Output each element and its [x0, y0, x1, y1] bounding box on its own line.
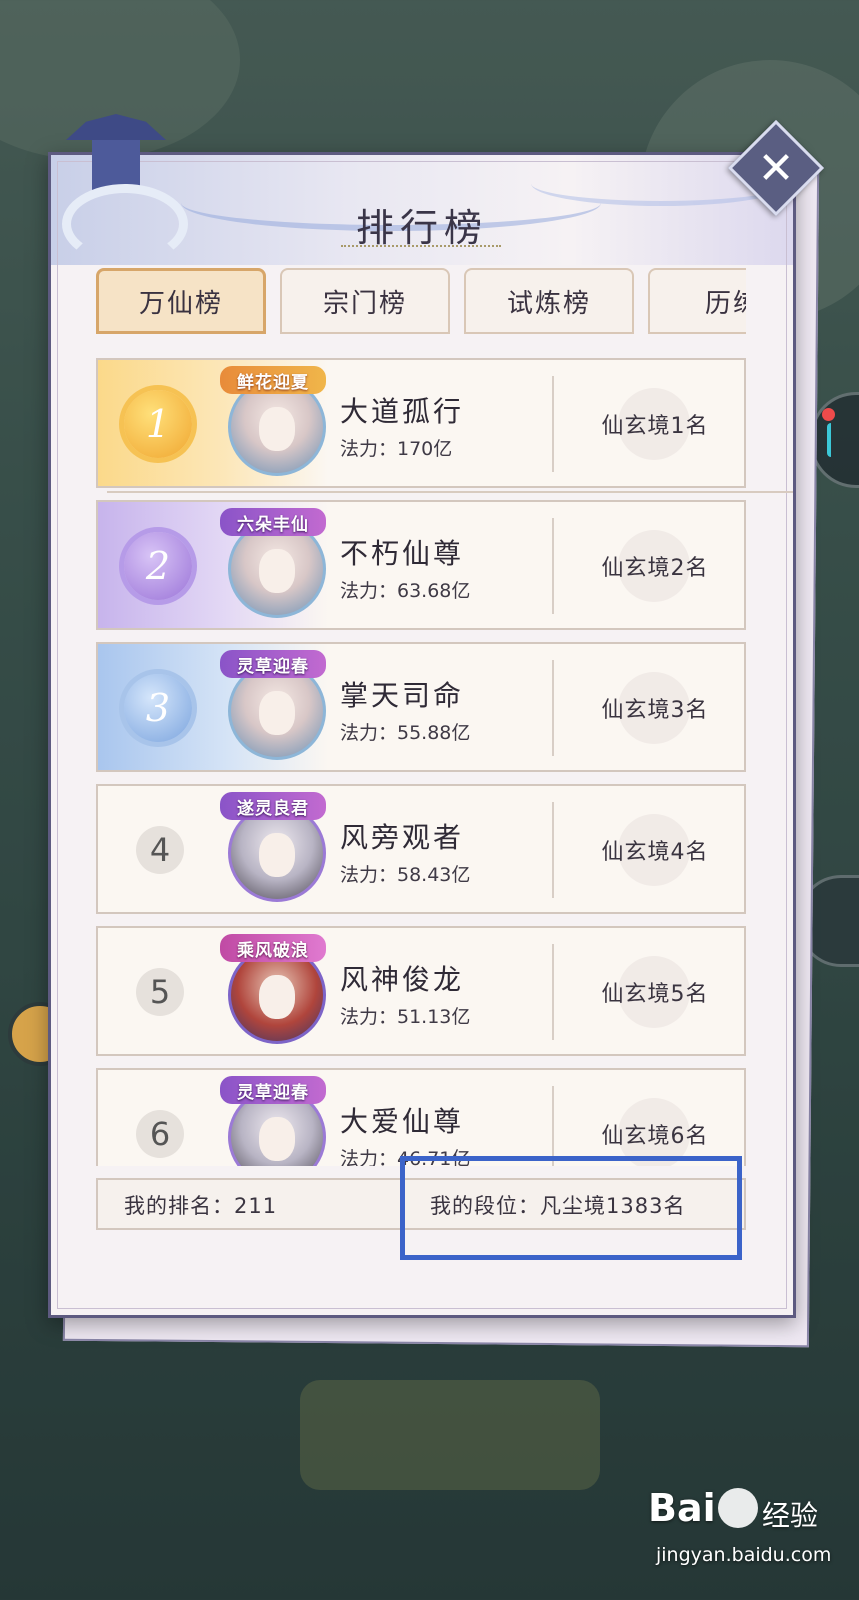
row-divider: [552, 1086, 554, 1166]
avatar-badge: 遂灵良君: [220, 792, 326, 820]
ranking-row[interactable]: 5 乘风破浪 风神俊龙 法力：51.13亿 仙玄境5名: [96, 926, 746, 1056]
row-divider: [552, 802, 554, 898]
bronze-medal-icon: 3: [124, 674, 192, 742]
my-rank: 我的排名：211: [124, 1194, 278, 1218]
player-name: 掌天司命: [340, 679, 465, 712]
row-divider: [552, 944, 554, 1040]
player-realm: 仙玄境2名: [601, 556, 709, 581]
tab-zongmen[interactable]: 宗门榜: [280, 268, 450, 334]
avatar-badge: 灵草迎春: [220, 650, 326, 678]
player-realm: 仙玄境5名: [601, 982, 709, 1007]
side-menu-icon: [827, 423, 839, 457]
ranking-row[interactable]: 6 灵草迎春 大爱仙尊 法力：46.71亿 仙玄境6名: [96, 1068, 746, 1166]
player-name: 大道孤行: [340, 395, 465, 428]
tab-lilian[interactable]: 历练: [648, 268, 746, 334]
watermark-url: jingyan.baidu.com: [656, 1544, 832, 1566]
avatar-badge: 鲜花迎夏: [220, 366, 326, 394]
ranking-list[interactable]: 1 鲜花迎夏 大道孤行 法力：170亿 仙玄境1名 2 六朵丰仙 不朽仙尊 法力…: [96, 356, 746, 1166]
jingyan-text: 经验: [762, 1499, 819, 1532]
player-power: 法力：58.43亿: [340, 864, 471, 886]
rank-number: 5: [136, 968, 184, 1016]
title-underline-decoration: [341, 245, 501, 249]
tab-shilian[interactable]: 试炼榜: [464, 268, 634, 334]
ranking-row[interactable]: 4 遂灵良君 风旁观者 法力：58.43亿 仙玄境4名: [96, 784, 746, 914]
rank-number: 6: [136, 1110, 184, 1158]
player-realm: 仙玄境3名: [601, 698, 709, 723]
rank-number: 4: [136, 826, 184, 874]
ranking-row[interactable]: 3 灵草迎春 掌天司命 法力：55.88亿 仙玄境3名: [96, 642, 746, 772]
player-name: 风旁观者: [340, 821, 465, 854]
player-name: 不朽仙尊: [340, 537, 465, 570]
player-power: 法力：51.13亿: [340, 1006, 471, 1028]
highlight-box: [400, 1156, 742, 1260]
baidu-logo-text: Bai: [648, 1486, 716, 1530]
ranking-row[interactable]: 1 鲜花迎夏 大道孤行 法力：170亿 仙玄境1名: [96, 358, 746, 488]
avatar-badge: 六朵丰仙: [220, 508, 326, 536]
paw-icon: [718, 1488, 758, 1528]
avatar-badge: 乘风破浪: [220, 934, 326, 962]
player-power: 法力：170亿: [340, 438, 453, 460]
pagoda-ornament-icon: [56, 100, 188, 264]
notification-dot: [822, 408, 835, 421]
player-realm: 仙玄境6名: [601, 1124, 709, 1149]
player-realm: 仙玄境4名: [601, 840, 709, 865]
background-scene-plaque: [300, 1380, 600, 1490]
avatar-badge: 灵草迎春: [220, 1076, 326, 1104]
player-realm: 仙玄境1名: [601, 414, 709, 439]
player-power: 法力：63.68亿: [340, 580, 471, 602]
close-icon: ✕: [757, 142, 795, 194]
row-divider: [552, 376, 554, 472]
ranking-row[interactable]: 2 六朵丰仙 不朽仙尊 法力：63.68亿 仙玄境2名: [96, 500, 746, 630]
player-name: 大爱仙尊: [340, 1105, 465, 1138]
silver-medal-icon: 2: [124, 532, 192, 600]
tab-wanxian[interactable]: 万仙榜: [96, 268, 266, 334]
baidu-jingyan-watermark: Bai 经验 jingyan.baidu.com: [648, 1486, 853, 1596]
player-power: 法力：55.88亿: [340, 722, 471, 744]
row-divider: [552, 660, 554, 756]
gold-medal-icon: 1: [124, 390, 192, 458]
ranking-tabs: 万仙榜 宗门榜 试炼榜 历练: [96, 268, 746, 338]
player-name: 风神俊龙: [340, 963, 465, 996]
row-divider: [552, 518, 554, 614]
